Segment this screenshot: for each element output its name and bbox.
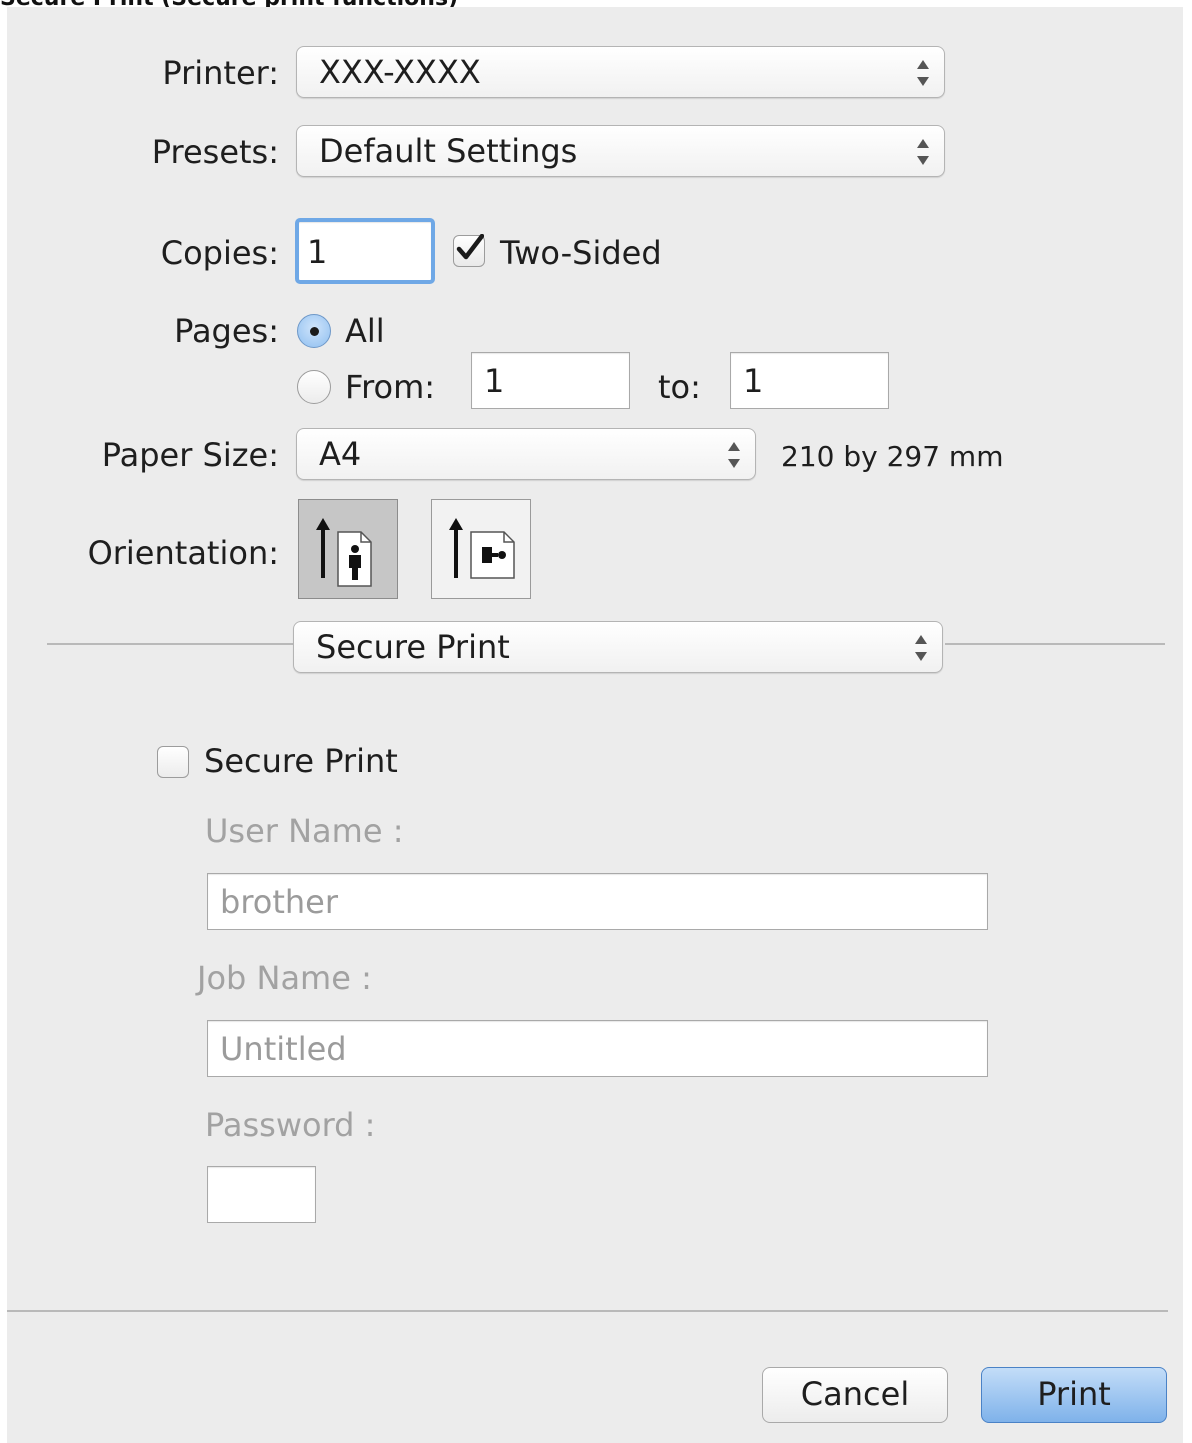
presets-popup[interactable]: Default Settings xyxy=(296,125,945,177)
footer-rule xyxy=(7,1310,1168,1312)
paper-size-label: Paper Size: xyxy=(101,436,279,474)
pages-from-value: 1 xyxy=(484,362,505,400)
print-button[interactable]: Print xyxy=(981,1367,1167,1423)
user-name-field[interactable]: brother xyxy=(207,873,988,930)
copies-field[interactable]: 1 xyxy=(295,218,435,284)
paper-size-value: A4 xyxy=(319,435,362,473)
section-rule-left xyxy=(47,643,293,645)
two-sided-label: Two-Sided xyxy=(500,234,662,272)
pages-all-radio[interactable] xyxy=(297,314,331,348)
popup-arrows-icon xyxy=(914,634,928,662)
password-field[interactable] xyxy=(207,1166,316,1223)
copies-label: Copies: xyxy=(160,234,279,272)
pages-from-field[interactable]: 1 xyxy=(471,352,630,409)
pages-from-radio[interactable] xyxy=(297,370,331,404)
job-name-field[interactable]: Untitled xyxy=(207,1020,988,1077)
section-popup[interactable]: Secure Print xyxy=(293,621,943,673)
popup-arrows-icon xyxy=(916,138,930,166)
secure-print-label: Secure Print xyxy=(204,742,398,780)
orientation-portrait-button[interactable] xyxy=(298,499,398,599)
secure-print-checkbox[interactable] xyxy=(157,746,189,778)
checkmark-icon xyxy=(456,234,484,260)
user-name-value: brother xyxy=(220,883,339,921)
pages-all-label: All xyxy=(345,312,385,350)
orientation-landscape-button[interactable] xyxy=(431,499,531,599)
popup-arrows-icon xyxy=(727,441,741,469)
pages-to-label: to: xyxy=(658,368,701,406)
paper-dimensions: 210 by 297 mm xyxy=(781,440,1004,473)
password-label: Password : xyxy=(205,1106,376,1144)
paper-size-popup[interactable]: A4 xyxy=(296,428,756,480)
printer-label: Printer: xyxy=(162,54,279,92)
cancel-button[interactable]: Cancel xyxy=(762,1367,948,1423)
presets-label: Presets: xyxy=(151,133,279,171)
printer-value: XXX-XXXX xyxy=(319,53,481,91)
pages-to-field[interactable]: 1 xyxy=(730,352,889,409)
job-name-label: Job Name : xyxy=(197,959,372,997)
job-name-value: Untitled xyxy=(220,1030,347,1068)
print-dialog: Printer: XXX-XXXX Presets: Default Setti… xyxy=(7,7,1183,1443)
pages-to-value: 1 xyxy=(743,362,764,400)
popup-arrows-icon xyxy=(916,59,930,87)
copies-value: 1 xyxy=(307,233,328,271)
two-sided-checkbox[interactable] xyxy=(453,234,485,267)
pages-label: Pages: xyxy=(174,312,279,350)
user-name-label: User Name : xyxy=(205,812,404,850)
printer-popup[interactable]: XXX-XXXX xyxy=(296,46,945,98)
radio-dot-icon xyxy=(310,327,319,336)
section-popup-value: Secure Print xyxy=(316,628,510,666)
landscape-icon xyxy=(449,518,515,579)
portrait-icon xyxy=(316,518,372,587)
pages-from-label: From: xyxy=(345,368,436,406)
orientation-label: Orientation: xyxy=(87,534,279,572)
presets-value: Default Settings xyxy=(319,132,578,170)
section-rule-right xyxy=(945,643,1165,645)
